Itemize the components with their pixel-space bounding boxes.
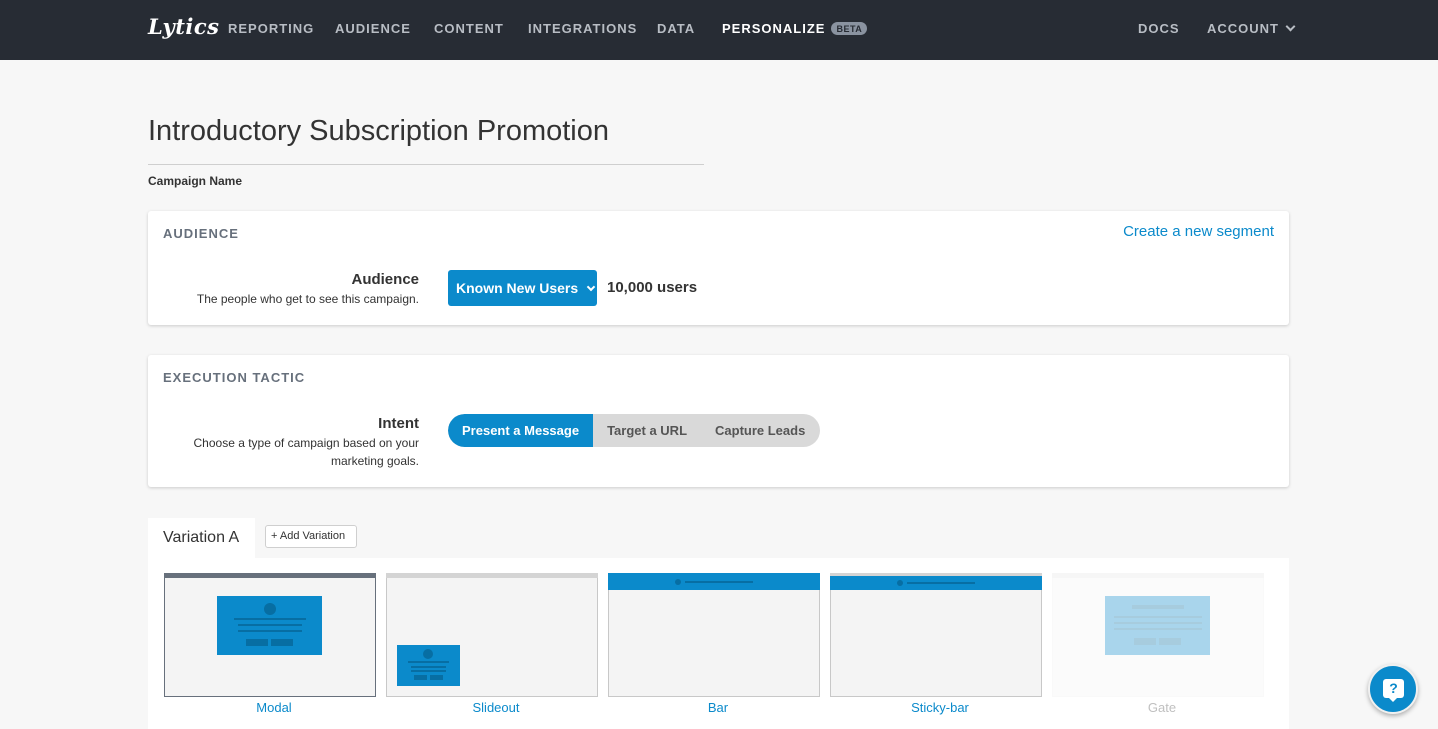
layout-label-bar[interactable]: Bar [612,700,824,715]
intent-option-target-url[interactable]: Target a URL [593,414,701,447]
audience-segment-dropdown[interactable]: Known New Users [448,270,597,306]
user-count: 10,000 users [607,279,698,296]
campaign-name-label: Campaign Name [148,174,243,188]
beta-badge: BETA [831,22,868,35]
intent-description-line-1: Choose a type of campaign based on your [193,436,419,450]
lytics-logo[interactable]: Lytics [148,14,220,39]
preview-button [246,639,268,646]
nav-reporting[interactable]: REPORTING [228,21,314,36]
campaign-name-input[interactable]: Introductory Subscription Promotion [148,115,609,148]
slideout-preview [397,645,460,686]
nav-personalize-label: PERSONALIZE [722,21,826,36]
layout-label-gate: Gate [1147,700,1177,715]
gate-preview [1105,596,1210,655]
intent-segmented-control: Present a Message Target a URL Capture L… [448,414,821,447]
preview-line [411,666,446,668]
nav-account[interactable]: ACCOUNT [1207,21,1296,36]
intent-description-line-2: marketing goals. [330,454,419,468]
preview-line [1132,605,1184,609]
question-bubble-icon: ? [1383,679,1404,698]
preview-avatar [897,580,903,586]
preview-line [907,582,975,584]
preview-line [685,581,753,583]
sticky-bar-preview [830,576,1042,590]
nav-docs[interactable]: DOCS [1138,21,1180,36]
thumb-topbar [386,573,598,578]
nav-audience[interactable]: AUDIENCE [335,21,411,36]
layout-label-slideout[interactable]: Slideout [390,700,602,715]
preview-line [411,670,446,672]
intent-label: Intent [378,415,419,432]
preview-line [238,624,302,626]
preview-line [1114,628,1202,630]
preview-line [408,661,449,663]
preview-button [271,639,293,646]
layout-label-sticky-bar[interactable]: Sticky-bar [834,700,1046,715]
layout-thumb-bar[interactable] [608,573,820,697]
layout-thumb-sticky-bar[interactable] [830,573,1042,697]
audience-row-label: Audience The people who get to see this … [197,271,419,308]
audience-label: Audience [351,271,419,288]
help-chat-button[interactable]: ? [1368,664,1418,714]
preview-line [1114,616,1202,618]
top-nav: Lytics REPORTING AUDIENCE CONTENT INTEGR… [0,0,1438,60]
nav-account-label: ACCOUNT [1207,21,1279,36]
preview-avatar [423,649,433,659]
nav-personalize[interactable]: PERSONALIZE BETA [722,21,868,36]
layout-thumb-slideout[interactable] [386,573,598,697]
intent-option-present-message[interactable]: Present a Message [448,414,594,447]
nav-data[interactable]: DATA [657,21,695,36]
preview-avatar [675,579,681,585]
intent-row-label: Intent Choose a type of campaign based o… [194,415,419,470]
segment-selected-label: Known New Users [456,280,579,296]
title-underline [148,164,704,165]
thumb-topbar [1052,573,1264,578]
audience-description: The people who get to see this campaign. [196,292,419,306]
layout-thumb-modal[interactable] [164,573,376,697]
bar-preview [608,573,820,590]
layout-label-modal[interactable]: Modal [168,700,380,715]
preview-line [238,630,302,632]
preview-avatar [264,603,276,615]
preview-line [1114,622,1202,624]
preview-button [430,675,443,680]
audience-heading: AUDIENCE [163,226,239,241]
nav-content[interactable]: CONTENT [434,21,504,36]
layout-thumb-gate[interactable] [1052,573,1264,697]
bubble-tail [1388,697,1398,702]
preview-line [234,618,306,620]
execution-tactic-card: EXECUTION TACTIC Intent Choose a type of… [148,355,1289,487]
modal-preview [217,596,322,655]
execution-tactic-heading: EXECUTION TACTIC [163,370,306,385]
intent-option-capture-leads[interactable]: Capture Leads [701,414,820,447]
chevron-down-icon [586,282,596,292]
thumb-topbar [164,573,376,578]
chevron-down-icon [1285,21,1296,32]
audience-card: AUDIENCE Create a new segment Audience T… [148,211,1289,325]
preview-button [1134,638,1156,645]
add-variation-button[interactable]: + Add Variation [265,525,357,548]
create-segment-link[interactable]: Create a new segment [1123,223,1274,240]
tab-variation-a[interactable]: Variation A [148,518,255,558]
preview-button [414,675,427,680]
preview-button [1159,638,1181,645]
nav-integrations[interactable]: INTEGRATIONS [528,21,637,36]
